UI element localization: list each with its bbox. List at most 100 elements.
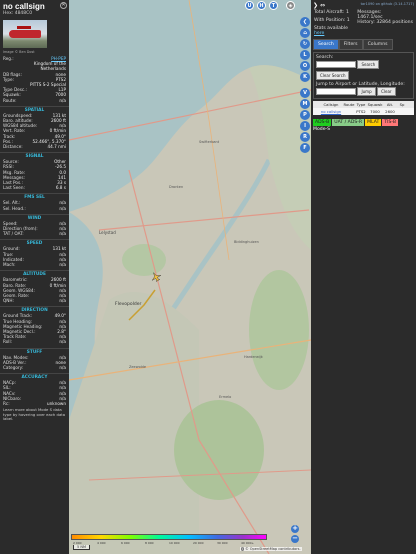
section-signal: SIGNAL <box>0 152 69 159</box>
altitude-value: n/a <box>59 298 66 304</box>
section-speed: SPEED <box>0 239 69 246</box>
source-badge: MLAT <box>365 119 382 126</box>
table-cell: 7000 <box>370 109 380 114</box>
table-row[interactable]: no callsign PTS2 7000 2600 <box>313 108 414 115</box>
map-side-button-v[interactable]: V <box>300 88 310 98</box>
signal-row: Last Seen: 6.8 s <box>0 185 69 190</box>
hex-value: 4848C0 <box>14 11 33 16</box>
map-tiles <box>69 0 311 554</box>
clear-jump-button[interactable]: Clear <box>377 87 396 96</box>
map-side-button-p[interactable]: P <box>300 110 310 120</box>
direction-label: Roll: <box>3 339 13 345</box>
altitude-scale-label: 30 000 <box>217 541 228 545</box>
map-button-u[interactable]: U <box>245 1 254 10</box>
column-header[interactable]: Route <box>343 102 355 107</box>
altitude-scale-label: 10 000 <box>169 541 180 545</box>
aircraft-header: no callsign Hex: 4848C0 <box>0 0 69 18</box>
section-wind: WIND <box>0 213 69 221</box>
column-header[interactable]: Type <box>355 102 367 107</box>
expand-icon[interactable]: ⇔ <box>320 2 325 9</box>
refresh-icon[interactable]: ↻ <box>300 39 310 49</box>
version-link[interactable]: tar1090 on github (3.14.1717) <box>311 0 416 8</box>
spatial-label: Distance: <box>3 144 23 150</box>
map-side-button-i[interactable]: I <box>300 121 310 131</box>
section-spatial: SPATIAL <box>0 105 69 113</box>
altitude-color-scale <box>71 534 267 540</box>
aircraft-marker-icon[interactable] <box>151 272 161 282</box>
map-scale-line: 5 NM <box>73 545 90 550</box>
map-side-button-l[interactable]: L <box>300 50 310 60</box>
spatial-value: 44.7 nmi <box>47 144 66 150</box>
stuff-row: Category: n/a <box>0 365 69 370</box>
close-icon[interactable]: ✕ <box>60 2 67 9</box>
aircraft-photo[interactable] <box>3 20 47 48</box>
footnote: Learn more about Mode S data type by hov… <box>3 407 66 422</box>
map-view[interactable]: Lelystad Dronten Swifterbant Biddinghuiz… <box>69 0 311 554</box>
section-fms: FMS SEL <box>0 193 69 200</box>
city-label: Harderwijk <box>244 355 263 359</box>
panel-tabs: Search Filters Columns <box>313 39 414 50</box>
tab-search[interactable]: Search <box>313 39 339 50</box>
aircraft-area-label: Flevopolder <box>115 302 142 307</box>
map-side-button-f[interactable]: F <box>300 143 310 153</box>
map-side-button-m[interactable]: M <box>300 99 310 109</box>
wind-list: Speed: n/a Direction (from): n/a TAT / OAT: n… <box>0 221 69 237</box>
right-panel: ❯ ⇔ tar1090 on github (3.14.1717) Total … <box>311 0 416 554</box>
map-side-button-k[interactable]: K <box>300 72 310 82</box>
source-badge: TIS-B <box>382 119 399 126</box>
zoom-out-button[interactable]: − <box>291 535 299 543</box>
search-input[interactable] <box>316 61 356 68</box>
map-side-button-o[interactable]: O <box>300 61 310 71</box>
fms-row: Sel. Head.: n/a <box>0 206 69 211</box>
table-header: Callsign Route Type Squawk Alt. Sp <box>313 101 414 108</box>
jump-input[interactable] <box>316 88 356 95</box>
with-position-value: 1 <box>346 18 350 23</box>
signal-label: Last Seen: <box>3 185 25 191</box>
wind-value: n/a <box>59 231 66 237</box>
info-icon[interactable]: i <box>241 547 244 551</box>
column-header[interactable]: Squawk <box>367 102 383 107</box>
tab-columns[interactable]: Columns <box>362 39 393 50</box>
altitude-row: QNH: n/a <box>0 298 69 303</box>
home-icon[interactable]: ⌂ <box>300 28 310 38</box>
section-stuff: STUFF <box>0 347 69 355</box>
column-header[interactable]: Callsign <box>319 102 343 107</box>
photo-credit: Image © Ben Dost <box>3 50 35 54</box>
chevron-right-icon[interactable]: ❯ <box>313 2 318 9</box>
altitude-list: Barometric: 2600 ft Baro. Rate: 0 ft/min Geo… <box>0 277 69 303</box>
city-label: Ermelo <box>219 395 232 399</box>
layers-icon[interactable]: ◈ <box>286 1 295 10</box>
direction-value: n/a <box>59 339 66 345</box>
map-side-button-r[interactable]: R <box>300 132 310 142</box>
city-label: Swifterbant <box>199 140 220 144</box>
total-aircraft-value: 1 <box>345 10 349 15</box>
map-side-button-collapse[interactable]: ❮ <box>300 17 310 27</box>
map-button-h[interactable]: H <box>257 1 266 10</box>
speed-list: Ground: 131 kt True: n/a Indicated: n/a Mach: n… <box>0 246 69 267</box>
map-button-t[interactable]: T <box>269 1 278 10</box>
section-altitude: ALTITUDE <box>0 270 69 277</box>
zoom-in-button[interactable]: + <box>291 525 299 533</box>
accuracy-list: NACp: n/a SIL: n/a NACv: n/a NICbaro: n/a Rc: unk… <box>0 380 69 406</box>
search-button[interactable]: Search <box>357 60 380 69</box>
source-badge: UAT / ADS-R <box>332 119 365 126</box>
spatial-row: Distance: 44.7 nmi <box>0 144 69 149</box>
route-value: n/a <box>59 97 66 103</box>
total-aircraft-label: Total Aircraft: <box>314 10 345 15</box>
attribution-text: © OpenStreetMap contributors. <box>245 547 301 551</box>
fms-label: Sel. Head.: <box>3 205 26 211</box>
wind-row: TAT / OAT: n/a <box>0 231 69 236</box>
table-cell[interactable]: no callsign <box>319 109 343 114</box>
tab-filters[interactable]: Filters <box>338 39 363 50</box>
city-label: Zeewolde <box>129 365 147 369</box>
speed-row: Mach: n/a <box>0 262 69 267</box>
jump-button[interactable]: Jump <box>357 87 376 96</box>
altitude-scale-label: 8 000 <box>145 541 154 545</box>
history-label: History: <box>357 20 375 25</box>
city-label: Biddinghuizen <box>234 240 259 244</box>
column-header[interactable]: Alt. <box>383 102 397 107</box>
stuff-label: Category: <box>3 364 24 370</box>
stats-link[interactable]: here <box>314 31 324 36</box>
column-header[interactable]: Sp <box>397 102 407 107</box>
clear-search-button[interactable]: Clear Search <box>316 71 350 80</box>
